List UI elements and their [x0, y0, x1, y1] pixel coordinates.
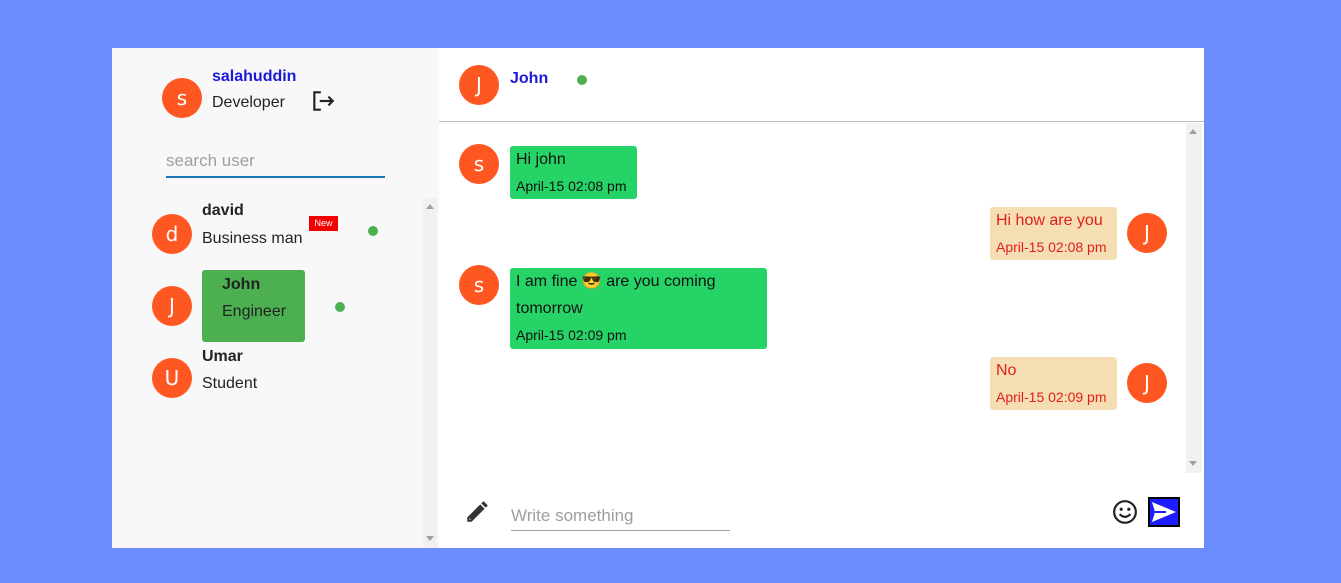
search-user-input[interactable] — [166, 146, 385, 178]
chat-panel: J John s Hi john April-15 02:08 pm Hi ho… — [439, 48, 1204, 548]
sunglasses-emoji-icon: 😎 — [581, 273, 602, 290]
message-text: Hi how are you — [996, 212, 1103, 229]
online-indicator — [577, 75, 587, 85]
message-avatar: J — [1127, 213, 1167, 253]
my-role: Developer — [212, 94, 285, 111]
message-time: April-15 02:09 pm — [996, 389, 1107, 405]
message-avatar: J — [1127, 363, 1167, 403]
user-name: John — [222, 276, 261, 293]
send-arrow-icon — [1152, 502, 1176, 522]
user-role: Business man — [202, 230, 303, 247]
user-role: Engineer — [222, 303, 287, 320]
message-time: April-15 02:08 pm — [516, 178, 627, 194]
message-avatar: s — [459, 144, 499, 184]
user-name: david — [202, 202, 244, 219]
contact-avatar: J — [459, 65, 499, 105]
pencil-icon — [467, 501, 488, 522]
message-time: April-15 02:09 pm — [516, 327, 627, 343]
chat-app: s salahuddin Developer d david Business … — [112, 48, 1204, 548]
user-item-john[interactable]: J John Engineer — [112, 270, 422, 342]
message-text-part: are you coming — [606, 273, 716, 290]
sidebar: s salahuddin Developer d david Business … — [112, 48, 439, 548]
message-bubble-incoming: I am fine 😎 are you coming tomorrow Apri… — [510, 268, 767, 349]
logout-icon[interactable] — [310, 88, 336, 114]
user-name: Umar — [202, 348, 243, 365]
new-badge: New — [309, 216, 338, 231]
message-text: Hi john — [516, 151, 566, 168]
user-list: d david Business man New J John Engineer… — [112, 198, 439, 548]
scroll-down-arrow-icon[interactable] — [1189, 461, 1197, 466]
message-text-line2: tomorrow — [516, 300, 583, 317]
message-scrollbar[interactable] — [1186, 123, 1202, 473]
message-bubble-incoming: Hi john April-15 02:08 pm — [510, 146, 637, 199]
message-text-part: I am fine — [516, 273, 578, 290]
message-input[interactable] — [511, 501, 730, 531]
user-avatar: U — [152, 358, 192, 398]
online-indicator — [335, 302, 345, 312]
scroll-down-arrow-icon[interactable] — [426, 536, 434, 541]
user-list-scrollbar[interactable] — [423, 198, 437, 548]
scroll-up-arrow-icon[interactable] — [1189, 129, 1197, 134]
message-time: April-15 02:08 pm — [996, 239, 1107, 255]
message-bubble-outgoing: Hi how are you April-15 02:08 pm — [990, 207, 1117, 260]
message-avatar: s — [459, 265, 499, 305]
scroll-up-arrow-icon[interactable] — [426, 204, 434, 209]
user-avatar: J — [152, 286, 192, 326]
message-bubble-outgoing: No April-15 02:09 pm — [990, 357, 1117, 410]
online-indicator — [368, 226, 378, 236]
user-item-umar[interactable]: U Umar Student — [112, 342, 422, 414]
message-composer — [439, 473, 1204, 548]
emoji-picker-icon[interactable] — [1112, 499, 1138, 525]
my-avatar: s — [162, 78, 202, 118]
send-button[interactable] — [1148, 497, 1180, 527]
message-list: s Hi john April-15 02:08 pm Hi how are y… — [439, 123, 1204, 473]
user-role: Student — [202, 375, 258, 392]
user-avatar: d — [152, 214, 192, 254]
contact-name: John — [510, 70, 549, 87]
my-name: salahuddin — [212, 68, 297, 85]
chat-header: J John — [439, 48, 1204, 122]
message-text: No — [996, 362, 1017, 379]
message-text: I am fine 😎 are you coming — [516, 268, 761, 295]
user-item-david[interactable]: d david Business man New — [112, 198, 422, 270]
